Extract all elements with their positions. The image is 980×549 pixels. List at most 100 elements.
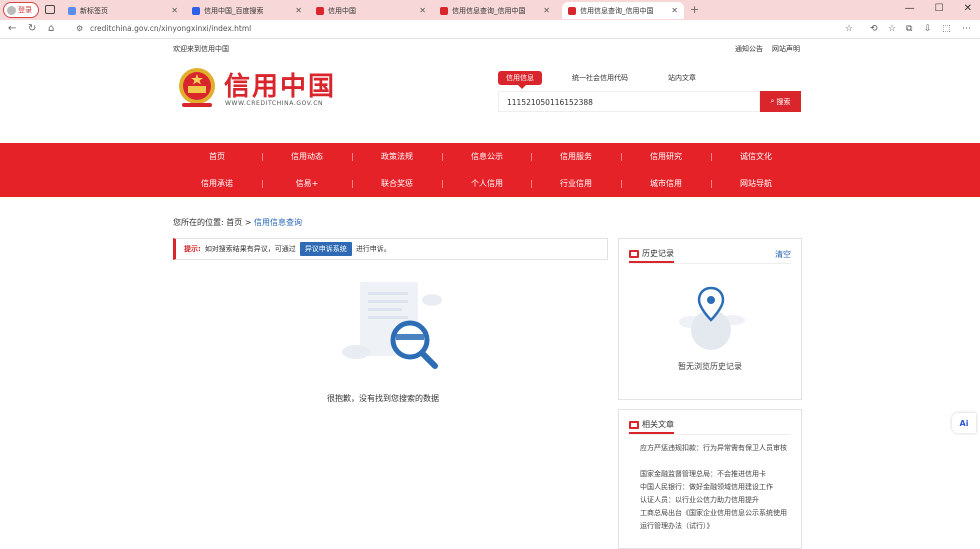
search-tab-credit-code[interactable]: 统一社会信用代码 (572, 71, 628, 85)
close-icon[interactable]: ✕ (543, 6, 550, 15)
maximize-icon[interactable]: ☐ (935, 3, 944, 14)
breadcrumb-prefix: 您所在的位置: (173, 218, 224, 227)
nav-divider (621, 153, 622, 161)
close-icon[interactable]: ✕ (171, 6, 178, 15)
breadcrumb-current[interactable]: 信用信息查询 (254, 218, 302, 227)
tab-favicon-icon (568, 6, 576, 15)
tab-favicon-icon (68, 6, 76, 15)
panel-title-icon (629, 249, 639, 258)
nav-item-commitment[interactable]: 信用承诺 (201, 178, 233, 189)
search-input[interactable]: 111521050116152388 (498, 91, 760, 112)
browser-tab[interactable]: 信用信息查询_信用中国 ✕ (434, 2, 556, 19)
history-empty-text: 暂无浏览历史记录 (678, 362, 742, 371)
tab-actions-icon[interactable] (45, 5, 55, 14)
nav-item-research[interactable]: 信用研究 (650, 151, 682, 162)
ai-assistant-button[interactable]: Ai (952, 413, 976, 433)
tab-favicon-icon (316, 6, 324, 15)
close-icon[interactable]: ✕ (419, 6, 426, 15)
browser-tab[interactable]: 信用中国 ✕ (310, 2, 432, 19)
search-tab-credit-info[interactable]: 信用信息 (498, 71, 542, 85)
url-input[interactable]: creditchina.gov.cn/xinyongxinxi/index.ht… (90, 24, 251, 33)
related-title: 相关文章 (642, 420, 674, 429)
nav-item-home[interactable]: 首页 (209, 151, 225, 162)
nav-item-personal[interactable]: 个人信用 (471, 178, 503, 189)
search-button[interactable]: ⌕ 搜索 (760, 91, 801, 112)
tip-bar: 提示: 如对搜索结果有异议，可通过 异议申诉系统 进行申诉。 (173, 238, 608, 260)
nav-item-joint-reward[interactable]: 联合奖惩 (381, 178, 413, 189)
more-icon[interactable]: ⋯ (962, 24, 971, 34)
site-logo-title[interactable]: 信用中国 (224, 66, 336, 103)
notice-link[interactable]: 通知公告 (735, 44, 763, 54)
tab-favicon-icon (440, 6, 448, 15)
main-navigation: 首页 信用动态 政策法规 信息公示 信用服务 信用研究 诚信文化 信用承诺 信易… (0, 143, 980, 197)
nav-divider (621, 180, 622, 188)
related-articles-panel: 相关文章 应方严惩违规扣款：行为异常需有保卫人员审核 国家金融监督管理总局：不会… (618, 409, 802, 549)
search-tab-articles[interactable]: 站内文章 (668, 71, 696, 85)
statement-link[interactable]: 网站声明 (772, 44, 800, 54)
back-icon[interactable]: ← (8, 23, 16, 34)
welcome-text: 欢迎来到信用中国 (173, 45, 229, 53)
article-link[interactable]: 国家金融监督管理总局：不会推进信用卡 (640, 468, 790, 481)
tab-title: 信用中国 (328, 6, 356, 15)
share-icon[interactable]: ⬚ (942, 24, 951, 34)
browser-tab[interactable]: 信用中国_百度搜索 ✕ (186, 2, 308, 19)
close-window-icon[interactable]: ✕ (964, 3, 972, 14)
tab-favicon-icon (192, 6, 200, 15)
article-link[interactable]: 应方严惩违规扣款：行为异常需有保卫人员审核 (640, 442, 790, 455)
breadcrumb-home[interactable]: 首页 (226, 218, 242, 227)
nav-item-city[interactable]: 城市信用 (650, 178, 682, 189)
panel-divider (629, 434, 791, 435)
nav-item-disclosure[interactable]: 信息公示 (471, 151, 503, 162)
favorites-icon[interactable]: ☆ (888, 24, 896, 34)
minimize-icon[interactable]: — (905, 3, 915, 14)
objection-system-button[interactable]: 异议申诉系统 (299, 242, 352, 256)
article-link[interactable]: 中国人民银行：做好金融领域信用建设工作 (640, 481, 790, 494)
panel-title-icon (629, 420, 639, 429)
nav-divider (442, 180, 443, 188)
article-link[interactable]: 工商总局出台《国家企业信用信息公示系统使用运行管理办法（试行）》 (640, 507, 790, 533)
download-icon[interactable]: ⇩ (924, 24, 932, 34)
browser-tab-active[interactable]: 信用信息查询_信用中国 ✕ (562, 2, 684, 19)
nav-item-xinyi[interactable]: 信易+ (296, 178, 319, 189)
nav-item-policy[interactable]: 政策法规 (381, 151, 413, 162)
nav-divider (352, 153, 353, 161)
article-link[interactable]: 认证人员：以行业公信力助力信用提升 (640, 494, 790, 507)
nav-item-industry[interactable]: 行业信用 (560, 178, 592, 189)
no-results-icon (342, 282, 442, 369)
nav-item-culture[interactable]: 诚信文化 (740, 151, 772, 162)
close-icon[interactable]: ✕ (295, 6, 302, 15)
window-controls: — ☐ ✕ (905, 3, 972, 14)
search-button-label: 搜索 (776, 97, 791, 106)
nav-divider (531, 153, 532, 161)
site-logo-subtitle: WWW.CREDITCHINA.GOV.CN (225, 100, 324, 107)
nav-divider (711, 180, 712, 188)
collections-icon[interactable]: ⧉ (906, 24, 912, 34)
star-icon[interactable]: ☆ (845, 24, 853, 34)
close-icon[interactable]: ✕ (671, 6, 678, 15)
breadcrumb: 您所在的位置: 首页 > 信用信息查询 (173, 217, 302, 228)
new-tab-icon[interactable]: + (690, 3, 699, 16)
search-icon: ⌕ (770, 97, 775, 105)
browser-tab-bar: 登录 新标签页 ✕ 信用中国_百度搜索 ✕ 信用中国 ✕ 信用信息查询_信用中国… (0, 0, 980, 20)
tip-suffix: 进行申诉。 (355, 245, 391, 253)
nav-item-sitemap[interactable]: 网站导航 (740, 178, 772, 189)
nav-item-news[interactable]: 信用动态 (291, 151, 323, 162)
profile-login-button[interactable]: 登录 (3, 2, 39, 18)
national-emblem-icon (179, 68, 215, 107)
extensions-icon[interactable]: ⟲ (870, 24, 878, 34)
tab-title: 信用中国_百度搜索 (204, 6, 264, 15)
browser-tab[interactable]: 新标签页 ✕ (62, 2, 184, 19)
nav-divider (262, 153, 263, 161)
avatar-icon (7, 5, 16, 15)
reload-icon[interactable]: ↻ (28, 23, 36, 34)
tab-title: 信用信息查询_信用中国 (452, 6, 526, 15)
nav-item-service[interactable]: 信用服务 (560, 151, 592, 162)
related-panel-header: 相关文章 (629, 419, 674, 434)
login-label: 登录 (18, 6, 32, 14)
nav-divider (711, 153, 712, 161)
home-icon[interactable]: ⌂ (48, 23, 54, 34)
site-info-icon[interactable]: ⚙ (76, 24, 83, 33)
clear-history-link[interactable]: 清空 (775, 249, 791, 260)
empty-result-message: 很抱歉，没有找到您搜索的数据 (327, 394, 439, 403)
panel-divider (629, 263, 791, 264)
